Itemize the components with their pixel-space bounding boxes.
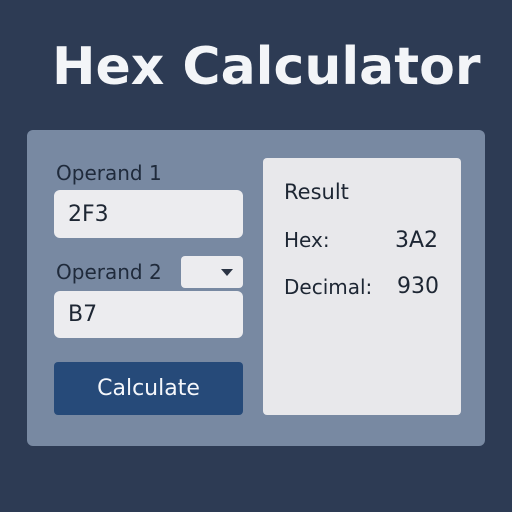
result-title: Result: [284, 180, 349, 204]
page-title: Hex Calculator: [52, 37, 481, 97]
operator-dropdown[interactable]: [181, 256, 243, 288]
operand2-input[interactable]: [54, 291, 243, 338]
calculate-button[interactable]: Calculate: [54, 362, 243, 415]
operand1-input[interactable]: [54, 190, 243, 238]
result-panel: Result Hex: 3A2 Decimal: 930: [263, 158, 461, 415]
decimal-label: Decimal:: [284, 275, 373, 299]
decimal-value: 930: [397, 274, 439, 299]
chevron-down-icon: [221, 269, 233, 276]
hex-label: Hex:: [284, 228, 330, 252]
operand2-label: Operand 2: [56, 260, 162, 284]
hex-value: 3A2: [395, 228, 439, 253]
calculator-panel: Operand 1 Operand 2 Calculate Result Hex…: [27, 130, 485, 446]
operand1-label: Operand 1: [56, 161, 162, 185]
